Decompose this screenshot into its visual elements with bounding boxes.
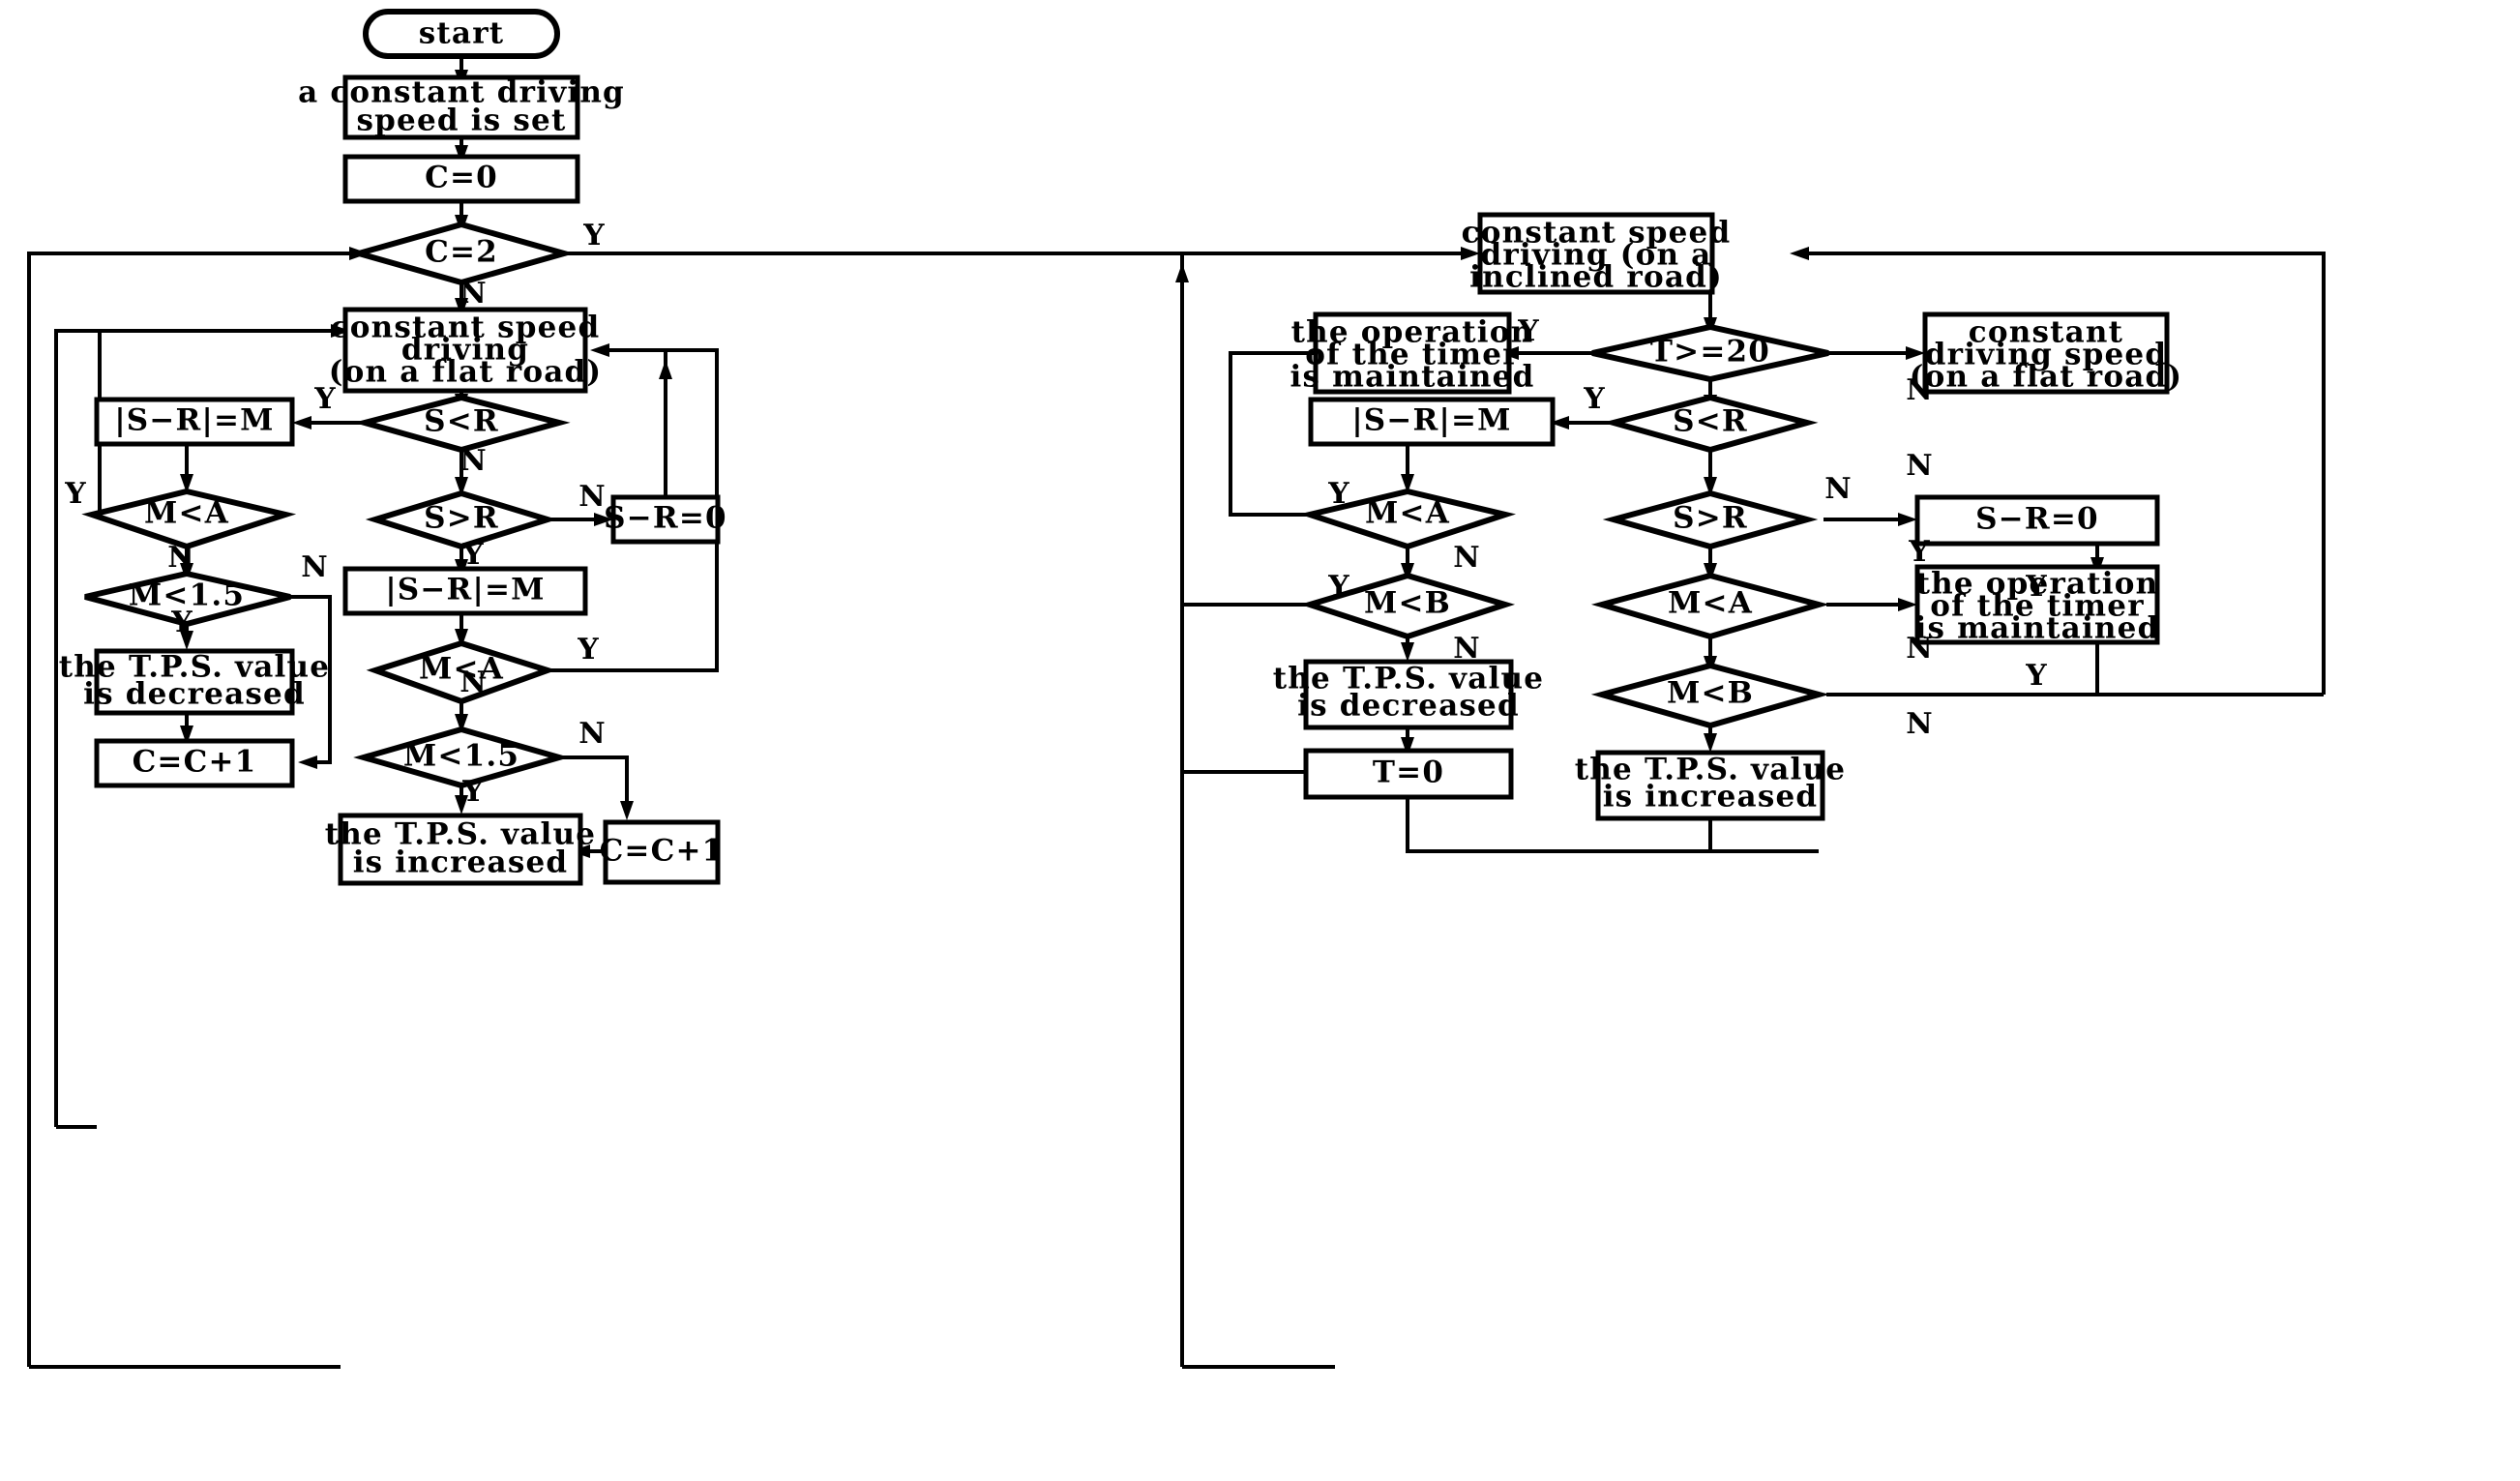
node-left-m-lt-a: M<A	[81, 488, 297, 550]
flowchart-canvas: start a constant driving speed is set C=…	[0, 0, 2520, 1481]
branch-label-yes-0: Y	[582, 219, 605, 252]
branch-label-no-19: N	[1824, 472, 1851, 506]
branch-label-yes-2: Y	[313, 382, 336, 416]
node-t-ge-20-label: T>=20	[1650, 335, 1770, 370]
node-t-ge-20: T>=20	[1591, 323, 1829, 383]
node-c-zero: C=0	[342, 154, 580, 204]
branch-label-no-11: N	[460, 666, 486, 699]
node-right-m-lt-b-right-label: M<B	[1667, 676, 1754, 711]
branch-label-no-15: N	[1906, 373, 1932, 407]
branch-label-yes-9: Y	[461, 538, 484, 572]
node-start: start	[363, 9, 560, 59]
node-left-m-lt-a-label: M<A	[144, 496, 229, 531]
node-flat-drive-line3: (on a flat road)	[329, 355, 603, 390]
branch-label-no-7: N	[460, 444, 486, 478]
node-right-s-gt-r-label: S>R	[1673, 501, 1748, 536]
node-timer-left-line3: is maintained	[1290, 360, 1535, 395]
node-mid-m-lt-15: M<1.5	[353, 726, 570, 789]
node-left-tps-decreased: the T.P.S. value is decreased	[59, 648, 329, 716]
branch-label-no-8: N	[578, 480, 605, 514]
node-right-m-lt-b-right: M<B	[1590, 662, 1830, 729]
branch-label-no-12: N	[578, 717, 605, 751]
node-incline-drive: constant speed driving (on a inclined ro…	[1462, 212, 1730, 295]
branch-label-yes-18: Y	[1327, 477, 1349, 511]
node-right-timer-line3: is maintained	[1915, 611, 2160, 646]
node-left-c-increment-label: C=C+1	[133, 745, 257, 780]
node-right-sr-zero-label: S−R=0	[1975, 502, 2099, 537]
node-right-m-lt-a-left-label: M<A	[1365, 496, 1450, 531]
branch-label-no-5: N	[301, 550, 327, 584]
node-mid-tps-inc-line2: is increased	[353, 845, 569, 880]
node-left-abs-sr: |S−R|=M	[94, 397, 295, 447]
branch-label-yes-22: Y	[1908, 535, 1930, 569]
branch-label-yes-13: Y	[461, 775, 484, 809]
node-mid-sr-zero: S−R=0	[604, 494, 727, 545]
node-right-tps-decreased: the T.P.S. value is decreased	[1273, 659, 1543, 730]
node-flat-drive-right: constant driving speed (on a flat road)	[1910, 311, 2183, 395]
node-mid-tps-increased: the T.P.S. value is increased	[325, 813, 595, 886]
node-s-gt-r: S>R	[365, 489, 558, 550]
node-right-tps-increased: the T.P.S. value is increased	[1575, 750, 1845, 821]
node-set-speed-line2: speed is set	[357, 104, 567, 138]
node-t-zero: T=0	[1303, 748, 1514, 800]
node-left-tps-dec-line2: is decreased	[83, 677, 306, 712]
node-right-m-lt-a-right: M<A	[1590, 572, 1830, 640]
node-right-s-lt-r-label: S<R	[1673, 404, 1748, 439]
branch-label-no-24: N	[1453, 632, 1479, 666]
node-timer-maintained-left: the operation of the timer is maintained	[1290, 311, 1535, 395]
branch-label-no-1: N	[460, 277, 486, 311]
node-c-eq-2: C=2	[347, 221, 576, 286]
branch-label-no-25: N	[1906, 632, 1932, 666]
node-s-lt-r: S<R	[353, 394, 571, 454]
node-right-m-lt-b-left-label: M<B	[1364, 586, 1451, 621]
node-left-abs-sr-label: |S−R|=M	[114, 403, 274, 438]
node-s-lt-r-label: S<R	[424, 404, 499, 439]
branch-label-yes-26: Y	[2025, 659, 2047, 693]
node-left-c-increment: C=C+1	[94, 738, 295, 788]
branch-label-no-17: N	[1906, 449, 1932, 483]
branch-label-yes-6: Y	[170, 606, 193, 639]
node-right-m-lt-a-right-label: M<A	[1668, 586, 1753, 621]
flowchart-svg: start a constant driving speed is set C=…	[27, 9, 2326, 1369]
node-right-tps-dec-line2: is decreased	[1297, 689, 1520, 724]
node-set-speed: a constant driving speed is set	[298, 74, 624, 140]
node-s-gt-r-label: S>R	[424, 501, 499, 536]
branch-label-no-27: N	[1906, 707, 1932, 741]
node-incline-drive-line3: inclined road)	[1469, 260, 1723, 295]
branch-label-yes-16: Y	[1583, 382, 1605, 416]
node-mid-sr-zero-label: S−R=0	[604, 501, 727, 536]
branch-label-no-4: N	[167, 541, 193, 575]
node-right-abs-sr: |S−R|=M	[1308, 397, 1556, 447]
node-mid-abs-sr: |S−R|=M	[342, 566, 588, 616]
node-start-label: start	[419, 16, 505, 51]
node-flat-drive: constant speed driving (on a flat road)	[329, 307, 603, 394]
node-mid-abs-sr-label: |S−R|=M	[385, 573, 545, 607]
branch-label-yes-14: Y	[1517, 314, 1539, 348]
branch-label-yes-23: Y	[2025, 570, 2047, 604]
node-right-s-lt-r: S<R	[1602, 394, 1819, 454]
node-right-sr-zero: S−R=0	[1914, 494, 2160, 547]
node-mid-c-increment-label: C=C+1	[600, 834, 725, 869]
node-right-abs-sr-label: |S−R|=M	[1351, 403, 1511, 438]
node-mid-c-increment: C=C+1	[600, 819, 725, 885]
node-flat-right-line3: (on a flat road)	[1910, 360, 2183, 395]
node-t-zero-label: T=0	[1373, 755, 1444, 790]
node-c-eq-2-label: C=2	[425, 235, 498, 270]
node-c-zero-label: C=0	[425, 161, 498, 195]
node-right-s-gt-r: S>R	[1602, 489, 1819, 550]
branch-label-yes-10: Y	[577, 633, 599, 666]
branch-label-no-20: N	[1453, 541, 1479, 575]
node-mid-m-lt-15-label: M<1.5	[403, 739, 519, 774]
branch-label-yes-21: Y	[1327, 570, 1349, 604]
node-right-tps-inc-line2: is increased	[1603, 780, 1819, 815]
branch-label-yes-3: Y	[64, 477, 86, 511]
